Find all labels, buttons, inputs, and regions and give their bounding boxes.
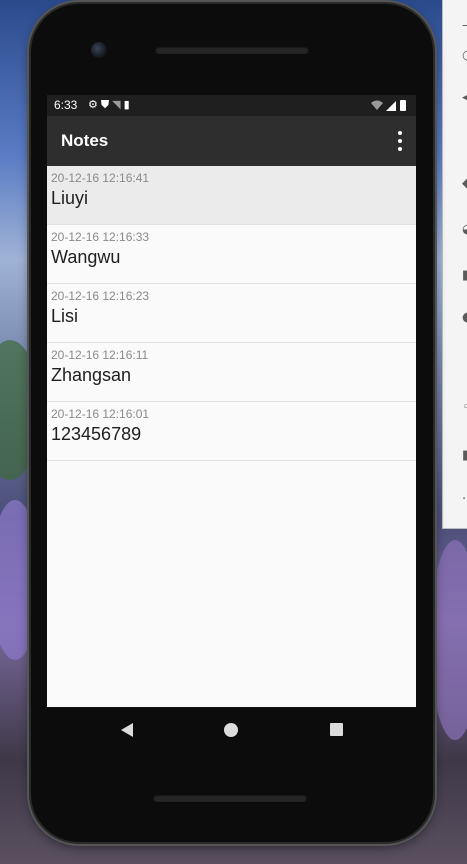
- note-item[interactable]: 20-12-16 12:16:41 Liuyi: [47, 166, 416, 225]
- toolbar-rotate-icon[interactable]: ◒: [462, 222, 467, 237]
- note-timestamp: 20-12-16 12:16:33: [51, 230, 150, 244]
- status-time: 6:33: [54, 98, 78, 112]
- wifi-icon: [371, 100, 383, 110]
- note-item[interactable]: 20-12-16 12:16:11 Zhangsan: [47, 343, 416, 402]
- toolbar-camera-icon[interactable]: ■: [462, 268, 467, 283]
- wallpaper-blossom-right: [430, 540, 467, 740]
- more-vert-icon[interactable]: [396, 131, 404, 151]
- wifi-question-icon: ◥: [112, 98, 124, 111]
- wifi-signal-battery-icons: [371, 100, 406, 111]
- toolbar-zoom-icon[interactable]: ●: [462, 310, 467, 325]
- app-title: Notes: [61, 131, 109, 150]
- status-right-icons: [370, 99, 410, 115]
- notes-list: 20-12-16 12:16:41 Liuyi 20-12-16 12:16:3…: [47, 166, 416, 461]
- signal-icon: [386, 101, 396, 111]
- battery-icon: [400, 100, 406, 111]
- status-left-icons: ⚙⛊◥▮: [88, 98, 133, 112]
- recents-square-icon[interactable]: [330, 723, 343, 736]
- note-timestamp: 20-12-16 12:16:23: [51, 289, 150, 303]
- toolbar-square-icon[interactable]: ▮: [462, 448, 467, 463]
- note-title: Liuyi: [51, 188, 89, 208]
- toolbar-dash-icon: –: [462, 18, 467, 33]
- earpiece-speaker: [155, 46, 309, 54]
- home-circle-icon[interactable]: [224, 723, 238, 737]
- note-title: Lisi: [51, 306, 79, 326]
- note-title: 123456789: [51, 424, 142, 444]
- toolbar-power-icon[interactable]: ◔: [462, 48, 467, 63]
- toolbar-back-icon[interactable]: ◆: [462, 176, 467, 191]
- bottom-speaker: [153, 794, 307, 802]
- front-camera: [91, 42, 107, 58]
- phone-screen: 6:33 ⚙⛊◥▮ Notes 20-12-16 12:16:41 Liuyi: [47, 95, 416, 707]
- note-title: Zhangsan: [51, 365, 132, 385]
- note-timestamp: 20-12-16 12:16:11: [51, 348, 149, 362]
- note-item[interactable]: 20-12-16 12:16:01 123456789: [47, 402, 416, 461]
- status-bar: 6:33 ⚙⛊◥▮: [47, 95, 416, 116]
- note-timestamp: 20-12-16 12:16:01: [51, 407, 150, 421]
- phone-device: 6:33 ⚙⛊◥▮ Notes 20-12-16 12:16:41 Liuyi: [31, 4, 433, 842]
- host-side-toolbar: – ◔ ◂ ◆ ◒ ■ ● ◦ ▮ ·: [442, 0, 467, 529]
- shield-icon: ⛊: [100, 98, 113, 111]
- navigation-bar: [47, 707, 416, 751]
- note-timestamp: 20-12-16 12:16:41: [51, 171, 150, 185]
- toolbar-volume-icon[interactable]: ◂: [462, 90, 467, 105]
- back-triangle-icon[interactable]: [121, 723, 133, 737]
- note-item[interactable]: 20-12-16 12:16:33 Wangwu: [47, 225, 416, 284]
- app-bar: Notes: [47, 116, 416, 166]
- note-item[interactable]: 20-12-16 12:16:23 Lisi: [47, 284, 416, 343]
- gear-icon: ⚙: [88, 98, 101, 111]
- sd-card-icon: ▮: [123, 98, 133, 111]
- toolbar-home-icon[interactable]: ◦: [462, 400, 467, 415]
- note-title: Wangwu: [51, 247, 121, 267]
- toolbar-more-icon[interactable]: ·: [462, 492, 466, 507]
